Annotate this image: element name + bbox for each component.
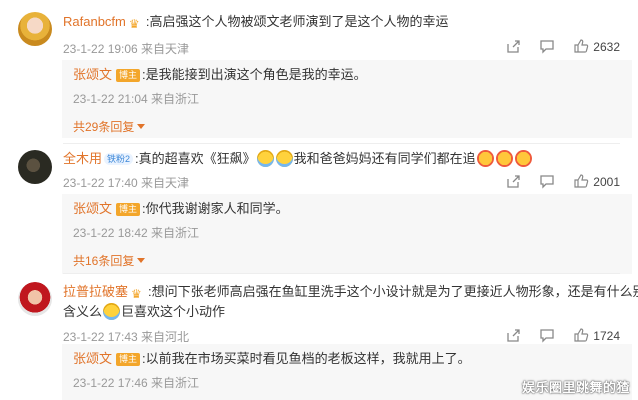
reply-line: 张颂文 博主:以前我在市场买菜时看见鱼档的老板这样，我就用上了。 [73, 350, 471, 368]
crown-badge-icon: ♛ [131, 287, 142, 301]
crying-emoji-icon [103, 303, 121, 320]
comment-item: 全木用 铁粉2:真的超喜欢《狂飙》 我和爸爸妈妈还有同学们都在追 23-1-22 1… [0, 144, 638, 276]
comment-actions: 2632 [505, 38, 620, 54]
crying-emoji-icon [275, 150, 293, 167]
comment-username[interactable]: 拉普拉破塞 [63, 284, 128, 299]
reply-username[interactable]: 张颂文 [73, 201, 112, 216]
avatar[interactable] [18, 282, 52, 316]
comment-meta: 23-1-22 17:43 来自河北 [63, 330, 190, 344]
comment-meta: 23-1-22 19:06 来自天津 [63, 42, 190, 56]
like-count: 2632 [593, 40, 620, 54]
chevron-down-icon [137, 258, 146, 263]
like-button[interactable]: 2632 [573, 38, 620, 54]
comment-icon[interactable] [539, 327, 555, 343]
reply-box: 张颂文 博主:是我能接到出演这个角色是我的幸运。 23-1-22 21:04 来自… [62, 60, 632, 138]
share-icon[interactable] [505, 327, 521, 343]
comment-line: Rafanbcfm ♛ :高启强这个人物被颂文老师演到了是这个人物的幸运 [63, 13, 449, 31]
comment-line: 含义么 巨喜欢这个小动作 [63, 303, 225, 321]
comment-icon[interactable] [539, 173, 555, 189]
avatar[interactable] [18, 12, 52, 46]
reply-box: 张颂文 博主:你代我谢谢家人和同学。 23-1-22 18:42 来自浙江 共16… [62, 194, 632, 274]
reply-username[interactable]: 张颂文 [73, 351, 112, 366]
comment-icon[interactable] [539, 38, 555, 54]
like-count: 1724 [593, 329, 620, 343]
more-replies-label: 共16条回复 [73, 254, 135, 268]
crown-badge-icon: ♛ [128, 17, 140, 31]
heart-eyes-emoji-icon [495, 150, 513, 167]
chevron-down-icon [137, 124, 146, 129]
comment-actions: 2001 [505, 173, 620, 189]
share-icon[interactable] [505, 173, 521, 189]
reply-text: :以前我在市场买菜时看见鱼档的老板这样，我就用上了。 [142, 351, 471, 366]
reply-meta: 23-1-22 21:04 来自浙江 [73, 92, 200, 106]
comment-text-continued: 我和爸爸妈妈还有同学们都在追 [293, 151, 476, 166]
comment-actions: 1724 [505, 327, 620, 343]
fan-badge: 铁粉2 [104, 153, 134, 165]
comment-line: 全木用 铁粉2:真的超喜欢《狂飙》 我和爸爸妈妈还有同学们都在追 [63, 150, 533, 168]
heart-eyes-emoji-icon [514, 150, 532, 167]
reply-meta: 23-1-22 18:42 来自浙江 [73, 226, 200, 240]
crying-emoji-icon [256, 150, 274, 167]
reply-username[interactable]: 张颂文 [73, 67, 112, 82]
share-icon[interactable] [505, 38, 521, 54]
avatar[interactable] [18, 150, 52, 184]
more-replies-link[interactable]: 共29条回复 [73, 118, 146, 135]
comment-meta: 23-1-22 17:40 来自天津 [63, 176, 190, 190]
like-icon [574, 174, 589, 188]
comment-username[interactable]: 全木用 [63, 151, 102, 166]
comment-item: Rafanbcfm ♛ :高启强这个人物被颂文老师演到了是这个人物的幸运 23-1-… [0, 0, 638, 142]
heart-eyes-emoji-icon [476, 150, 494, 167]
more-replies-link[interactable]: 共16条回复 [73, 252, 146, 269]
comment-text: :真的超喜欢《狂飙》 [135, 151, 256, 166]
watermark: 娱乐圈里跳舞的猹 [521, 380, 630, 395]
like-icon [574, 328, 589, 342]
comment-text-continued: 巨喜欢这个小动作 [121, 304, 226, 319]
reply-line: 张颂文 博主:是我能接到出演这个角色是我的幸运。 [73, 66, 367, 84]
comment-text: :高启强这个人物被颂文老师演到了是这个人物的幸运 [145, 14, 449, 29]
like-count: 2001 [593, 175, 620, 189]
like-icon [574, 39, 589, 53]
blogger-badge: 博主 [116, 353, 141, 366]
like-button[interactable]: 2001 [573, 173, 620, 189]
reply-text: :是我能接到出演这个角色是我的幸运。 [142, 67, 367, 82]
comment-text-continued: 含义么 [63, 304, 103, 319]
comment-username[interactable]: Rafanbcfm [63, 14, 126, 29]
like-button[interactable]: 1724 [573, 327, 620, 343]
reply-text: :你代我谢谢家人和同学。 [142, 201, 289, 216]
more-replies-label: 共29条回复 [73, 120, 135, 134]
reply-line: 张颂文 博主:你代我谢谢家人和同学。 [73, 200, 289, 218]
blogger-badge: 博主 [116, 69, 141, 82]
comment-text: :想问下张老师高启强在鱼缸里洗手这个小设计就是为了更接近人物形象，还是有什么别的 [148, 284, 638, 299]
comment-line: 拉普拉破塞 ♛ :想问下张老师高启强在鱼缸里洗手这个小设计就是为了更接近人物形象，还… [63, 283, 638, 301]
blogger-badge: 博主 [116, 203, 141, 216]
reply-meta: 23-1-22 17:46 来自浙江 [73, 376, 200, 390]
